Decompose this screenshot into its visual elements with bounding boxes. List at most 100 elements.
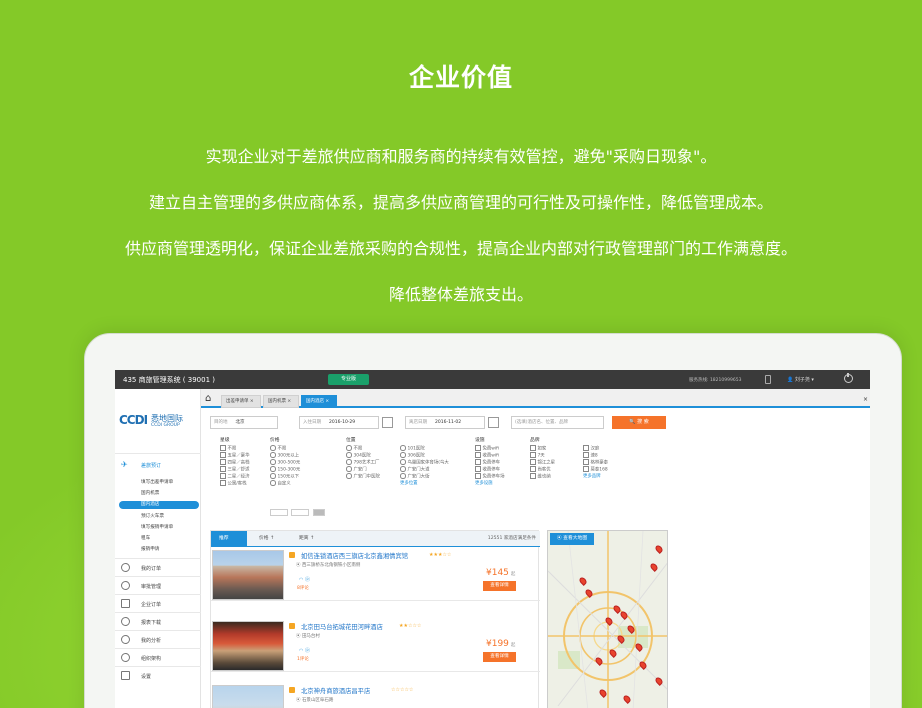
hotel-reviews[interactable]: 1评论 (297, 656, 309, 662)
mobile-icon[interactable] (765, 375, 771, 384)
city-field[interactable]: 目的地 北京 (210, 416, 278, 429)
sort-price[interactable]: 价格 ↑ (251, 531, 282, 547)
filter-option[interactable]: 免费停车场 (475, 473, 505, 480)
filter-location-more: 101医院 306医院 鸟巢国家体育场(鸟大 广安门大道 广安门大街 更多位置 (400, 445, 449, 487)
filter-option[interactable]: 五星／豪华 (220, 452, 250, 459)
hotel-photo[interactable] (212, 621, 284, 671)
nav-sub-hotel[interactable]: 国内酒店 (119, 501, 199, 509)
filter-option[interactable]: 公寓/客栈 (220, 480, 249, 487)
nav-sub-flight[interactable]: 国内机票 (141, 490, 159, 498)
filter-option[interactable]: 锦江之星 (530, 459, 556, 466)
filter-option[interactable]: 不限 (346, 445, 380, 452)
filter-option[interactable]: 不限 (220, 445, 249, 452)
keyword-input[interactable]: (选填)酒店名、位置、品牌 (511, 416, 604, 429)
sort-distance[interactable]: 距离 ↑ (291, 531, 322, 547)
filter-option[interactable]: 三星／舒适 (220, 466, 250, 473)
divider (115, 558, 201, 559)
filter-option[interactable]: 收费停车 (475, 466, 504, 473)
more-facility-link[interactable]: 更多设施 (475, 480, 504, 487)
hotel-icon (289, 623, 295, 629)
filter-option[interactable]: 广安门大道 (400, 466, 449, 473)
hotel-photo[interactable] (212, 550, 284, 600)
power-icon[interactable] (844, 373, 853, 383)
tab-apply[interactable]: 出差申请单 × (221, 395, 261, 408)
price-max-input[interactable] (291, 509, 309, 516)
hotel-item[interactable]: 如信连锁酒店西三旗店北京鑫湘情宾馆 ★★★☆☆ ⦿ 西三旗桥东北角钢铁小区南侧 … (211, 547, 540, 601)
nav-company-orders[interactable]: 企业订单 (115, 598, 201, 610)
nav-sub-train[interactable]: 预订火车票 (141, 513, 164, 521)
filter-option[interactable]: 格林豪泰 (583, 459, 609, 466)
filter-option[interactable]: 798艺术工厂 (346, 459, 380, 466)
view-details-button[interactable]: 查看详情 (483, 581, 516, 591)
tab-hotel[interactable]: 国内酒店 × (301, 395, 337, 408)
view-large-map-button[interactable]: ⦿ 查看大地图 (550, 533, 594, 545)
results-panel: 推荐 价格 ↑ 距离 ↑ 12551 家酒店满足条件 如信连锁酒店西三旗店北京鑫… (210, 530, 540, 708)
filter-option[interactable]: 7天 (530, 452, 555, 459)
hotel-name[interactable]: 北京神舟商旅酒店昌平店 (301, 686, 370, 695)
filter-option[interactable]: 101医院 (400, 445, 449, 452)
filter-option[interactable]: 300-500元 (270, 459, 301, 466)
more-location-link[interactable]: 更多位置 (400, 480, 449, 487)
edition-badge[interactable]: 专业版 (328, 374, 369, 385)
nav-sub-car[interactable]: 租车 (141, 535, 150, 543)
filter-option[interactable]: 150元以下 (270, 473, 300, 480)
sort-recommend[interactable]: 推荐 (211, 531, 247, 547)
nav-analysis[interactable]: 我的分析 (115, 634, 201, 646)
nav-booking[interactable]: ✈ 差旅预订 (115, 459, 201, 471)
nav-company-orders-label: 企业订单 (141, 602, 162, 608)
hotel-name[interactable]: 如信连锁酒店西三旗店北京鑫湘情宾馆 (301, 551, 408, 560)
checkin-field[interactable]: 入住日期 2016-10-29 (299, 416, 379, 429)
filter-option[interactable]: 尚客优 (530, 466, 555, 473)
filter-option[interactable]: 300元以上 (270, 452, 300, 459)
divider (115, 648, 201, 649)
price-confirm-button[interactable] (313, 509, 325, 516)
filter-option[interactable]: 广安门中医院 (346, 473, 380, 480)
filter-option[interactable]: 收费wifi (475, 452, 504, 459)
filter-star-title: 星级 (220, 438, 230, 443)
hotel-name[interactable]: 北京田马台拓城花田河畔酒店 (301, 622, 383, 631)
search-button[interactable]: 🔍 搜 索 (612, 416, 666, 429)
nav-sub-apply[interactable]: 填写出差申请单 (141, 479, 173, 487)
nav-approval[interactable]: 审批管理 (115, 580, 201, 592)
hotel-item[interactable]: 北京神舟商旅酒店昌平店 ☆☆☆☆☆ ⦿ 石景山区阜石路 (211, 682, 540, 708)
calendar-icon[interactable] (382, 417, 393, 428)
tab-flight[interactable]: 国内机票 × (263, 395, 299, 408)
filter-option[interactable]: 150-300元 (270, 466, 301, 473)
nav-org[interactable]: 组织架构 (115, 652, 201, 664)
filter-option[interactable]: 维也纳 (530, 473, 555, 480)
close-icon[interactable]: × (863, 396, 868, 403)
filter-option[interactable]: 306医院 (400, 452, 449, 459)
filter-option[interactable]: 速8 (583, 452, 608, 459)
filter-option[interactable]: 自定义 (270, 480, 300, 487)
hotel-reviews[interactable]: 8评论 (297, 585, 309, 591)
price-min-input[interactable] (270, 509, 288, 516)
home-icon[interactable]: ⌂ (205, 393, 217, 404)
filter-option[interactable]: 四星／高档 (220, 459, 250, 466)
hotel-item[interactable]: 北京田马台拓城花田河畔酒店 ★★☆☆☆ ⦿ 田马台村 ◠ ⓟ 1评论 ¥199 起… (211, 618, 540, 672)
nav-settings[interactable]: 设置 (115, 670, 201, 682)
more-brand-link[interactable]: 更多品牌 (583, 473, 608, 480)
filter-option[interactable]: 汉庭 (583, 445, 608, 452)
filter-option[interactable]: 广安门大街 (400, 473, 449, 480)
nav-sub-reimburse[interactable]: 报销申请 (141, 546, 159, 554)
user-menu[interactable]: 👤 刘子尧 ▾ (787, 376, 814, 383)
filter-location-title: 位置 (346, 438, 356, 443)
hotel-map[interactable]: ⦿ 查看大地图 (547, 530, 668, 708)
filter-option[interactable]: 二星／经济 (220, 473, 250, 480)
filter-option[interactable]: 304医院 (346, 452, 380, 459)
filter-option[interactable]: 如家 (530, 445, 555, 452)
checkout-field[interactable]: 离店日期 2016-11-02 (405, 416, 485, 429)
filter-option[interactable]: 广安门 (346, 466, 380, 473)
nav-booking-label: 差旅预订 (141, 463, 162, 469)
hotel-photo[interactable] (212, 685, 284, 708)
nav-sub-reimburse-form[interactable]: 填写报销申请单 (141, 524, 173, 532)
view-details-button[interactable]: 查看详情 (483, 652, 516, 662)
calendar-icon[interactable] (488, 417, 499, 428)
filter-option[interactable]: 莫泰168 (583, 466, 608, 473)
filter-option[interactable]: 免费停车 (475, 459, 504, 466)
filter-option[interactable]: 免费wifi (475, 445, 504, 452)
nav-orders[interactable]: 我的订单 (115, 562, 201, 574)
nav-reports[interactable]: 报表下载 (115, 616, 201, 628)
filter-option[interactable]: 鸟巢国家体育场(鸟大 (400, 459, 449, 466)
filter-option[interactable]: 不限 (270, 445, 300, 452)
